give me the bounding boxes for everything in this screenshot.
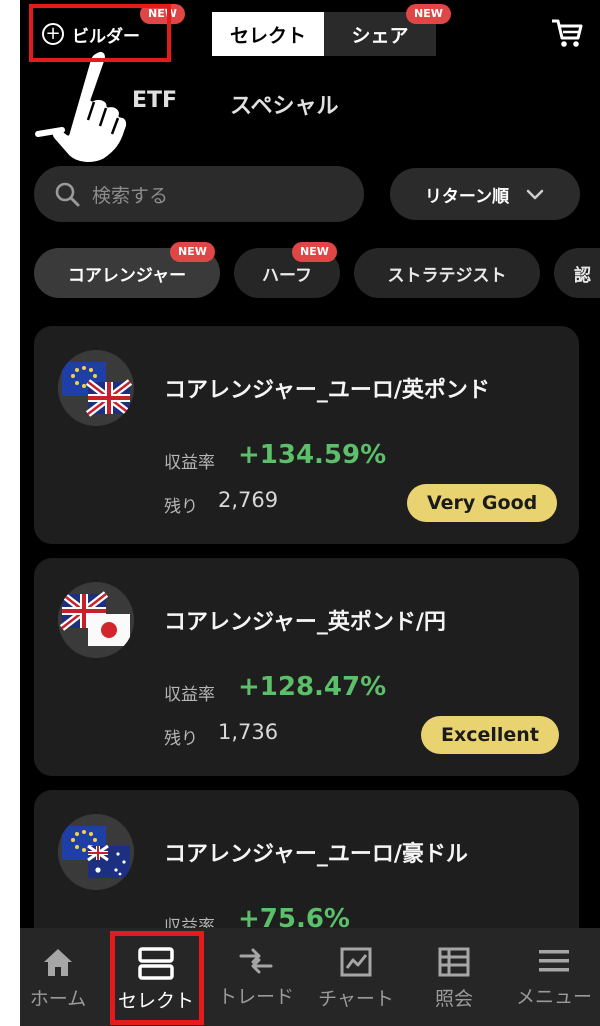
- menu-icon: [539, 950, 569, 972]
- chip-more[interactable]: 認: [554, 248, 600, 298]
- chip-half-new-badge: NEW: [292, 242, 337, 262]
- nav-trade-label: トレード: [217, 986, 294, 1008]
- chevron-down-icon: [526, 189, 544, 200]
- chip-strategist[interactable]: ストラテジスト: [354, 248, 540, 298]
- search-placeholder: 検索する: [92, 184, 169, 207]
- inquiry-icon: [438, 947, 470, 977]
- nav-menu-label: メニュー: [515, 986, 592, 1008]
- share-new-badge: NEW: [406, 4, 451, 24]
- remaining-label: 残り: [164, 497, 198, 517]
- nav-chart[interactable]: チャート: [308, 928, 404, 1026]
- app-screen: + ビルダー NEW セレクト シェア NEW ETF スペシャル 検索する リ…: [20, 0, 600, 1026]
- nav-home-label: ホーム: [29, 988, 87, 1010]
- currency-pair-icon: [58, 350, 134, 426]
- rating-badge: Excellent: [421, 716, 559, 754]
- select-nav-highlight: [110, 931, 204, 1025]
- eu-au-flags-icon: [62, 826, 130, 878]
- sort-dropdown[interactable]: リターン順: [390, 168, 580, 220]
- chip-core-ranger-new-badge: NEW: [170, 242, 215, 262]
- filter-chips: コアレンジャー NEW ハーフ NEW ストラテジスト 認: [20, 242, 600, 302]
- cart-icon[interactable]: [550, 16, 584, 50]
- currency-pair-icon: [58, 814, 134, 890]
- rating-badge: Very Good: [407, 484, 558, 522]
- return-label: 収益率: [164, 685, 215, 705]
- segment-select[interactable]: セレクト: [212, 12, 324, 56]
- return-label: 収益率: [164, 453, 215, 473]
- return-value: +134.59%: [238, 440, 387, 470]
- tab-etf[interactable]: ETF: [132, 88, 177, 113]
- strategy-title: コアレンジャー_ユーロ/英ポンド: [164, 378, 490, 403]
- nav-home[interactable]: ホーム: [20, 928, 106, 1026]
- sort-label: リターン順: [424, 186, 510, 207]
- builder-highlight: [29, 4, 171, 62]
- strategy-title: コアレンジャー_英ポンド/円: [164, 610, 446, 635]
- nav-inquiry-label: 照会: [434, 988, 473, 1010]
- tab-special[interactable]: スペシャル: [230, 88, 338, 120]
- home-icon: [44, 949, 72, 976]
- return-value: +128.47%: [238, 672, 387, 702]
- eu-uk-flags-icon: [62, 362, 133, 417]
- strategy-card[interactable]: コアレンジャー_ユーロ/英ポンド 収益率 +134.59% 残り 2,769 V…: [34, 326, 579, 544]
- currency-pair-icon: [58, 582, 134, 658]
- nav-chart-label: チャート: [318, 988, 394, 1010]
- search-box[interactable]: 検索する: [34, 166, 364, 222]
- bottom-nav: ホーム セレクト トレード チャート 照会 メニュー: [20, 928, 600, 1026]
- pointing-hand-icon: [35, 48, 130, 165]
- uk-jp-flags-icon: [59, 591, 130, 646]
- nav-menu[interactable]: メニュー: [506, 928, 600, 1026]
- strategy-title: コアレンジャー_ユーロ/豪ドル: [164, 842, 468, 867]
- remaining-value: 1,736: [218, 720, 279, 744]
- strategy-card[interactable]: コアレンジャー_英ポンド/円 収益率 +128.47% 残り 1,736 Exc…: [34, 558, 579, 776]
- nav-inquiry[interactable]: 照会: [406, 928, 502, 1026]
- search-icon: [55, 182, 80, 207]
- remaining-value: 2,769: [218, 488, 279, 512]
- remaining-label: 残り: [164, 729, 198, 749]
- trade-icon: [239, 948, 273, 974]
- segment-control: セレクト シェア: [212, 12, 436, 56]
- chart-icon: [340, 947, 372, 977]
- nav-trade[interactable]: トレード: [208, 928, 304, 1026]
